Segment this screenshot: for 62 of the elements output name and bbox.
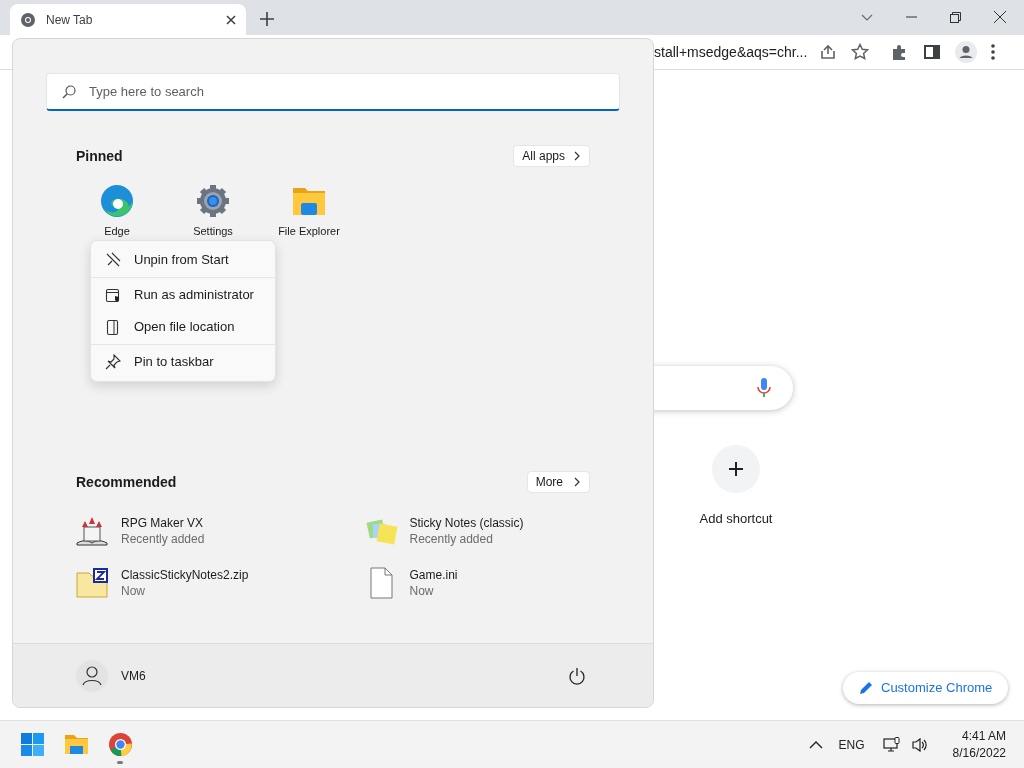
section-heading: Pinned [76, 146, 123, 166]
clock-date[interactable]: 8/16/2022 [952, 744, 1006, 762]
search-field[interactable]: Type here to search [46, 73, 620, 111]
power-icon[interactable] [568, 666, 586, 685]
zip-file-icon[interactable] [76, 567, 109, 599]
item-name[interactable]: RPG Maker VX [121, 515, 205, 531]
menu-item[interactable]: Unpin from Start [95, 244, 271, 276]
star-icon[interactable] [851, 43, 870, 61]
user-name[interactable]: VM6 [121, 666, 146, 685]
shortcut-label: Add shortcut [699, 510, 773, 528]
user-avatar-icon[interactable] [76, 659, 108, 692]
gear-icon[interactable] [196, 184, 230, 218]
item-detail: Now [121, 583, 146, 599]
microphone-icon[interactable] [757, 378, 771, 398]
app-label[interactable]: File Explorer [278, 224, 340, 238]
all-apps-button[interactable]: All apps [513, 145, 590, 167]
restore-icon[interactable] [950, 11, 961, 23]
edge-icon[interactable] [100, 184, 134, 218]
app-label[interactable]: Settings [193, 224, 233, 238]
clock-time[interactable]: 4:41 AM [961, 727, 1006, 745]
new-tab-icon[interactable] [260, 12, 274, 26]
side-panel-icon[interactable] [923, 43, 942, 61]
chevron-up-icon[interactable] [808, 739, 823, 750]
menu-item[interactable]: Pin to taskbar [95, 346, 271, 378]
folder-icon [63, 732, 89, 757]
tab-search-icon[interactable] [861, 13, 873, 21]
more-icon[interactable] [991, 44, 996, 60]
customize-chrome-button[interactable]: Customize Chrome [843, 672, 1009, 704]
tab-title: New Tab [46, 11, 94, 29]
share-icon[interactable] [819, 43, 838, 61]
add-shortcut-button[interactable] [712, 445, 760, 493]
section-heading: Recommended [76, 472, 177, 492]
address-text: stall+msedge&aqs=chr... [654, 42, 808, 62]
close-window-icon[interactable] [994, 11, 1006, 23]
item-name[interactable]: Sticky Notes (classic) [409, 515, 524, 531]
pencil-icon [859, 681, 873, 695]
menu-item[interactable]: Run as administrator [95, 279, 271, 311]
castle-book-icon[interactable] [76, 515, 109, 547]
browser-tab[interactable]: New Tab [10, 4, 246, 35]
item-detail: Recently added [121, 531, 205, 547]
chevron-right-icon [573, 477, 581, 487]
menu-item[interactable]: Open file location [95, 311, 271, 343]
item-name[interactable]: ClassicStickyNotes2.zip [121, 567, 249, 583]
chrome-icon [107, 732, 133, 757]
unpin-icon [105, 251, 122, 269]
volume-icon[interactable] [910, 736, 929, 753]
network-icon[interactable] [882, 736, 901, 753]
search-icon [62, 85, 76, 99]
plus-icon [728, 461, 744, 477]
chrome-tab-icon [20, 11, 36, 28]
item-name[interactable]: Game.ini [409, 567, 458, 583]
item-detail: Now [409, 583, 435, 599]
chevron-right-icon [573, 151, 581, 161]
windows-start-icon [19, 732, 45, 757]
shield-window-icon [105, 286, 122, 304]
profile-icon[interactable] [955, 41, 978, 63]
close-icon[interactable] [226, 14, 236, 25]
more-button[interactable]: More [526, 471, 590, 493]
item-detail: Recently added [409, 531, 494, 547]
language-indicator[interactable]: ENG [838, 735, 865, 754]
pin-icon [105, 353, 122, 371]
app-label[interactable]: Edge [104, 224, 130, 238]
